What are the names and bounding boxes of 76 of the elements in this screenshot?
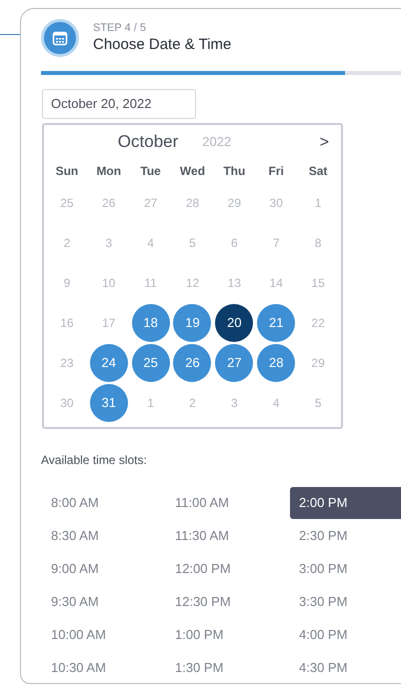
day-number: 3 xyxy=(231,395,238,412)
time-slot[interactable]: 2:00 PM xyxy=(290,487,401,519)
day-button[interactable]: 24 xyxy=(90,344,128,382)
time-slot[interactable]: 12:00 PM xyxy=(166,553,290,585)
time-slot[interactable]: 10:30 AM xyxy=(42,652,166,684)
day-number: 7 xyxy=(272,235,280,252)
time-slot[interactable]: 12:30 PM xyxy=(166,586,290,618)
day-number: 17 xyxy=(102,315,116,332)
calendar-icon xyxy=(41,19,79,57)
day-number: 30 xyxy=(60,395,74,412)
day-number: 23 xyxy=(60,355,74,372)
next-month-button[interactable]: > xyxy=(320,131,329,155)
day-number: 1 xyxy=(314,195,322,212)
day-number: 29 xyxy=(311,355,325,372)
time-slot[interactable]: 4:00 PM xyxy=(290,619,401,651)
time-slot[interactable]: 11:30 AM xyxy=(166,520,290,552)
connector-line xyxy=(0,34,20,35)
day-number: 5 xyxy=(189,235,196,252)
day-number: 13 xyxy=(228,275,242,292)
day-number: 16 xyxy=(60,315,74,332)
day-button[interactable]: 21 xyxy=(257,304,296,342)
day-button[interactable]: 25 xyxy=(132,344,170,382)
time-slot[interactable]: 8:30 AM xyxy=(42,520,166,552)
weekday-label: Thu xyxy=(222,163,246,180)
date-field[interactable]: October 20, 2022 xyxy=(42,89,196,119)
day-number: 2 xyxy=(189,395,196,412)
day-number: 11 xyxy=(144,275,157,292)
day-number: 4 xyxy=(272,395,280,412)
time-slot[interactable]: 4:30 PM xyxy=(290,652,401,684)
day-button[interactable]: 20 xyxy=(215,304,254,342)
day-number: 27 xyxy=(144,195,158,212)
day-button[interactable]: 27 xyxy=(215,344,254,382)
time-slot[interactable]: 8:00 AM xyxy=(42,487,166,519)
time-slot[interactable]: 3:30 PM xyxy=(290,586,401,618)
weekday-label: Wed xyxy=(178,163,206,180)
weekday-label: Tue xyxy=(139,163,162,180)
time-slot[interactable]: 11:00 AM xyxy=(166,487,290,519)
day-number: 2 xyxy=(64,235,70,252)
weekday-label: Sat xyxy=(308,163,328,180)
weekday-label: Fri xyxy=(268,163,285,180)
time-slot[interactable]: 9:00 AM xyxy=(42,553,166,585)
day-number: 5 xyxy=(314,395,322,412)
time-slot[interactable]: 1:30 PM xyxy=(166,652,290,684)
day-number: 22 xyxy=(311,315,325,332)
day-number: 12 xyxy=(186,275,200,292)
day-number: 30 xyxy=(270,195,283,212)
time-slot[interactable]: 10:00 AM xyxy=(42,619,166,651)
day-number: 28 xyxy=(186,195,200,212)
step-title: Choose Date & Time xyxy=(93,35,232,55)
weekday-label: Sun xyxy=(54,163,80,180)
day-number: 9 xyxy=(64,275,70,292)
day-button[interactable]: 31 xyxy=(90,384,128,422)
step-label: STEP 4 / 5 xyxy=(93,21,147,35)
day-number: 14 xyxy=(270,275,283,292)
day-button[interactable]: 28 xyxy=(257,344,296,382)
time-slots-heading: Available time slots: xyxy=(41,452,148,469)
month-label: October xyxy=(118,131,178,154)
time-slot[interactable]: 3:00 PM xyxy=(290,553,401,585)
year-label: 2022 xyxy=(202,133,232,152)
weekday-label: Mon xyxy=(95,163,122,180)
day-button[interactable]: 19 xyxy=(173,304,212,342)
day-number: 15 xyxy=(311,275,325,292)
day-number: 8 xyxy=(314,235,322,252)
day-number: 26 xyxy=(102,195,116,212)
day-number: 10 xyxy=(102,275,116,292)
time-slot[interactable]: 2:30 PM xyxy=(290,520,401,552)
day-button[interactable]: 18 xyxy=(132,304,170,342)
day-number: 4 xyxy=(147,235,154,252)
day-number: 1 xyxy=(147,395,154,412)
day-number: 6 xyxy=(231,235,238,252)
time-slot[interactable]: 9:30 AM xyxy=(42,586,166,618)
day-button[interactable]: 26 xyxy=(173,344,212,382)
time-slot[interactable]: 1:00 PM xyxy=(166,619,290,651)
day-number: 3 xyxy=(105,235,112,252)
day-number: 29 xyxy=(228,195,242,212)
day-number: 25 xyxy=(60,195,74,212)
